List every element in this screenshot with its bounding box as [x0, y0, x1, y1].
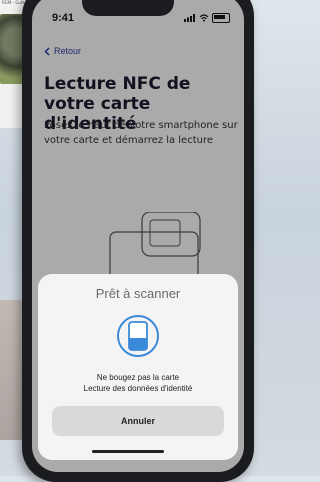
status-icons [184, 13, 230, 23]
signal-icon [184, 14, 195, 22]
home-indicator[interactable] [92, 450, 164, 453]
scan-message-line1: Ne bougez pas la carte [96, 373, 180, 382]
scan-sheet-message: Ne bougez pas la carte Lecture des donné… [38, 372, 238, 394]
status-bar: 9:41 [32, 9, 244, 27]
cancel-button[interactable]: Annuler [52, 406, 224, 436]
scan-sheet-title: Prêt à scanner [95, 286, 181, 301]
battery-icon [212, 13, 230, 23]
phone-scan-icon [117, 315, 159, 357]
scan-sheet: Prêt à scanner Ne bougez pas la carte Le… [38, 274, 238, 460]
scan-message-line2: Lecture des données d'identité [83, 384, 193, 393]
status-time: 9:41 [52, 12, 75, 24]
phone-screen: 9:41 Retour Lecture NFC de votre carte d… [32, 0, 244, 472]
wifi-icon [199, 14, 209, 22]
phone-frame: 9:41 Retour Lecture NFC de votre carte d… [22, 0, 254, 482]
